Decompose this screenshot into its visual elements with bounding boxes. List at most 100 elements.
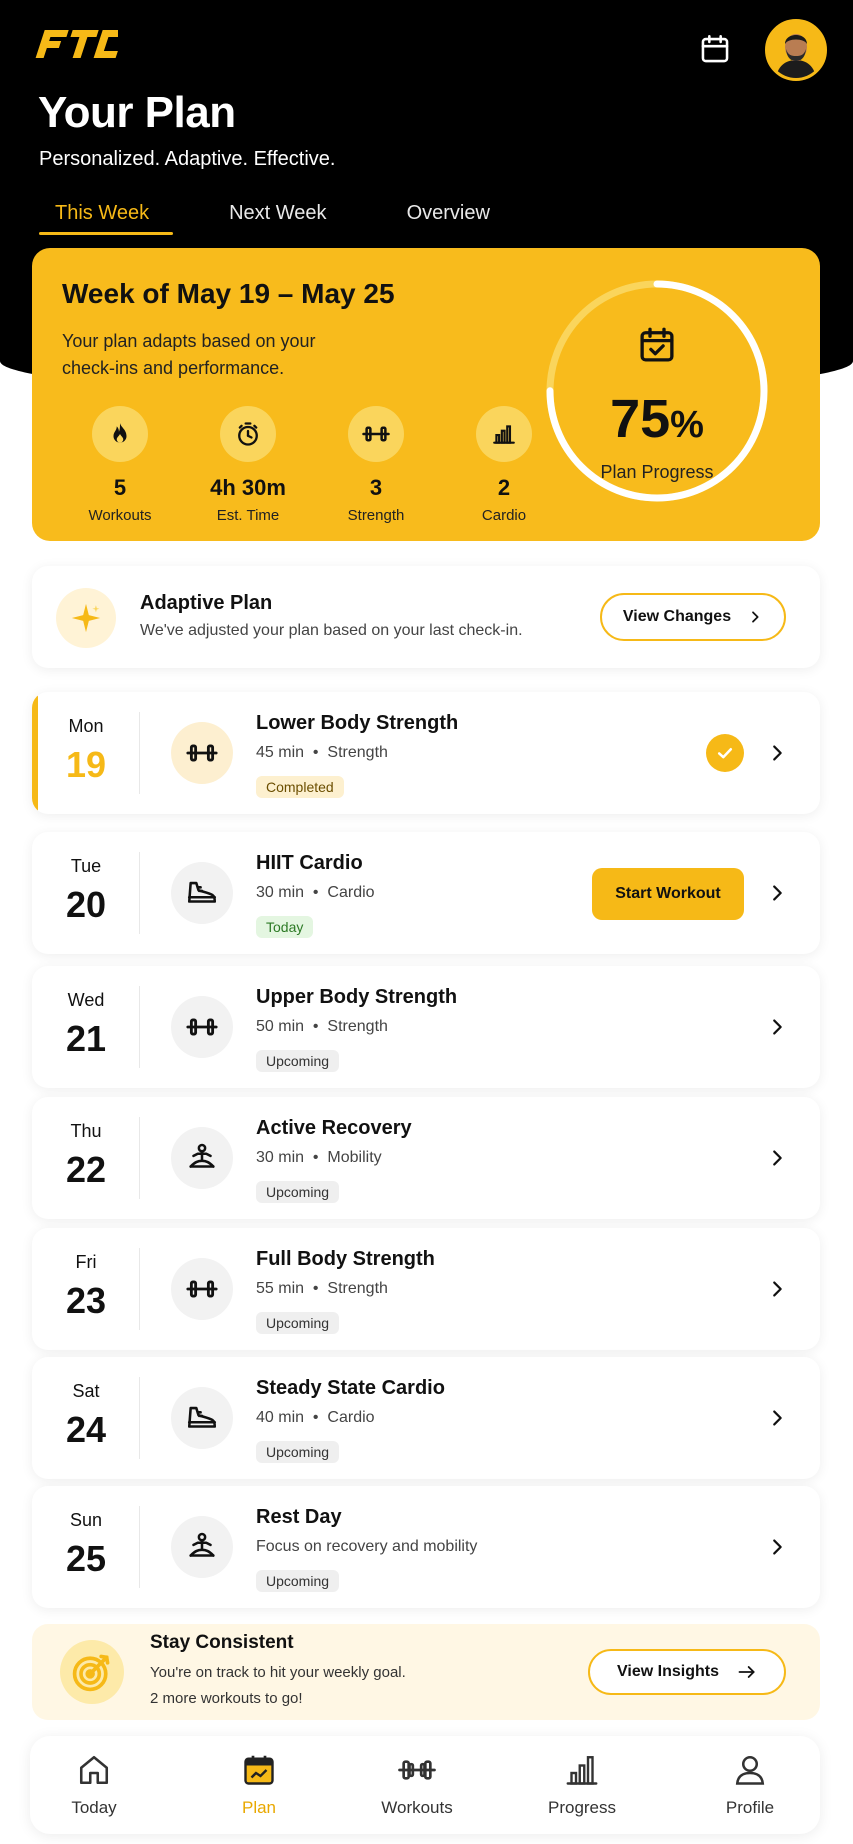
workout-meta: 40 min • Cardio <box>256 1409 375 1426</box>
start-workout-button[interactable]: Start Workout <box>592 868 744 920</box>
nav-profile[interactable]: Profile <box>690 1736 810 1834</box>
stat-value: 4h 30m <box>210 475 286 500</box>
status-badge: Upcoming <box>256 1570 340 1592</box>
view-changes-button[interactable]: View Changes <box>600 593 786 641</box>
day-card-tue[interactable]: Tue 20 HIIT Cardio 30 min • Cardio Today… <box>32 832 820 954</box>
progress-percent: 75% <box>540 392 774 452</box>
chevron-right-icon <box>773 885 782 901</box>
stay-consistent-card: Stay Consistent You're on track to hit y… <box>32 1624 820 1720</box>
progress-value: 75 <box>610 389 671 449</box>
workout-duration: 30 min <box>256 884 305 901</box>
stat-workouts: 5 Workouts <box>56 406 184 524</box>
workout-meta: 45 min • Strength <box>256 744 388 761</box>
workout-title: Lower Body Strength <box>256 712 459 734</box>
arrow-right-icon <box>738 1666 755 1678</box>
day-name: Tue <box>70 856 102 876</box>
stat-label: Strength <box>347 507 405 524</box>
day-card-sat[interactable]: Sat 24 Steady State Cardio 40 min • Card… <box>32 1357 820 1479</box>
day-card-mon[interactable]: Mon 19 Lower Body Strength 45 min • Stre… <box>32 692 820 814</box>
day-column: Wed 21 <box>32 966 140 1088</box>
person-icon <box>730 1750 770 1790</box>
workout-type: Mobility <box>327 1149 382 1166</box>
day-card-thu[interactable]: Thu 22 Active Recovery 30 min • Mobility… <box>32 1097 820 1219</box>
meditation-icon <box>171 1516 233 1578</box>
workout-type: Strength <box>327 1018 388 1035</box>
day-name: Mon <box>68 716 104 736</box>
progress-label: Plan Progress <box>600 462 714 482</box>
divider <box>139 986 140 1068</box>
divider <box>139 712 140 794</box>
workout-duration: 45 min <box>256 744 305 761</box>
tab-this-week[interactable]: This Week <box>39 200 174 235</box>
consistent-description: You're on track to hit your weekly goal.… <box>150 1660 406 1712</box>
day-column: Mon 19 <box>32 692 140 814</box>
nav-label: Today <box>71 1798 117 1817</box>
view-insights-button[interactable]: View Insights <box>588 1649 786 1695</box>
nav-label: Progress <box>547 1798 617 1817</box>
tab-next-week[interactable]: Next Week <box>213 200 342 235</box>
day-column: Fri 23 <box>32 1228 140 1350</box>
bottom-nav: Today Plan Workouts Progress Profile <box>30 1736 820 1834</box>
nav-today[interactable]: Today <box>34 1736 154 1834</box>
divider <box>139 1506 140 1588</box>
day-name: Fri <box>75 1252 97 1272</box>
flame-icon <box>92 406 148 462</box>
workout-type: Strength <box>327 1280 388 1297</box>
page-subtitle: Personalized. Adaptive. Effective. <box>39 148 336 170</box>
stat-value: 3 <box>369 475 383 500</box>
stat-value: 2 <box>497 475 511 500</box>
dumbbell-icon <box>171 722 233 784</box>
workout-title: HIIT Cardio <box>256 852 363 874</box>
workout-type: Strength <box>327 744 388 761</box>
day-number: 25 <box>65 1538 107 1579</box>
stat-label: Est. Time <box>216 507 280 524</box>
view-changes-label: View Changes <box>622 608 732 625</box>
adaptive-description: We've adjusted your plan based on your l… <box>140 622 523 639</box>
week-summary-card: Week of May 19 – May 25 Your plan adapts… <box>32 248 820 541</box>
day-card-fri[interactable]: Fri 23 Full Body Strength 55 min • Stren… <box>32 1228 820 1350</box>
shoe-icon <box>171 862 233 924</box>
consistent-line: 2 more workouts to go! <box>150 1690 303 1707</box>
nav-label: Profile <box>725 1798 775 1817</box>
nav-label: Plan <box>241 1798 277 1817</box>
dumbbell-icon <box>348 406 404 462</box>
day-name: Sun <box>69 1510 103 1530</box>
status-badge: Completed <box>256 776 344 798</box>
day-number: 19 <box>65 744 107 785</box>
day-name: Thu <box>70 1121 102 1141</box>
target-icon <box>60 1640 124 1704</box>
workout-duration: 40 min <box>256 1409 305 1426</box>
week-stats: 5 Workouts 4h 30m Est. Time 3 Strength 2… <box>56 406 568 524</box>
nav-label: Workouts <box>381 1798 453 1817</box>
status-badge: Upcoming <box>256 1441 340 1463</box>
day-number: 20 <box>65 884 107 925</box>
workout-title: Upper Body Strength <box>256 986 458 1008</box>
nav-plan[interactable]: Plan <box>199 1736 319 1834</box>
page-title: Your Plan <box>38 88 236 137</box>
day-card-wed[interactable]: Wed 21 Upper Body Strength 50 min • Stre… <box>32 966 820 1088</box>
chevron-right-icon <box>773 1539 782 1555</box>
workout-duration: 55 min <box>256 1280 305 1297</box>
plan-progress-ring: 75% Plan Progress <box>540 274 774 508</box>
progress-unit: % <box>670 404 704 446</box>
avatar[interactable] <box>765 19 827 81</box>
avatar-portrait <box>768 22 824 78</box>
nav-workouts[interactable]: Workouts <box>357 1736 477 1834</box>
workout-title: Full Body Strength <box>256 1248 435 1270</box>
tab-bar: This Week Next Week Overview <box>39 200 554 235</box>
tab-overview[interactable]: Overview <box>391 200 506 235</box>
chevron-right-icon <box>773 1281 782 1297</box>
day-column: Thu 22 <box>32 1097 140 1219</box>
calendar-button[interactable] <box>694 28 736 70</box>
divider <box>139 852 140 934</box>
workout-type: Cardio <box>327 884 375 901</box>
consistent-title: Stay Consistent <box>150 1632 294 1653</box>
meditation-icon <box>171 1127 233 1189</box>
workout-title: Steady State Cardio <box>256 1377 445 1399</box>
divider <box>139 1377 140 1459</box>
workout-type: Cardio <box>327 1409 375 1426</box>
nav-progress[interactable]: Progress <box>522 1736 642 1834</box>
status-badge: Today <box>256 916 314 938</box>
day-card-sun[interactable]: Sun 25 Rest Day Focus on recovery and mo… <box>32 1486 820 1608</box>
day-name: Sat <box>72 1381 100 1401</box>
